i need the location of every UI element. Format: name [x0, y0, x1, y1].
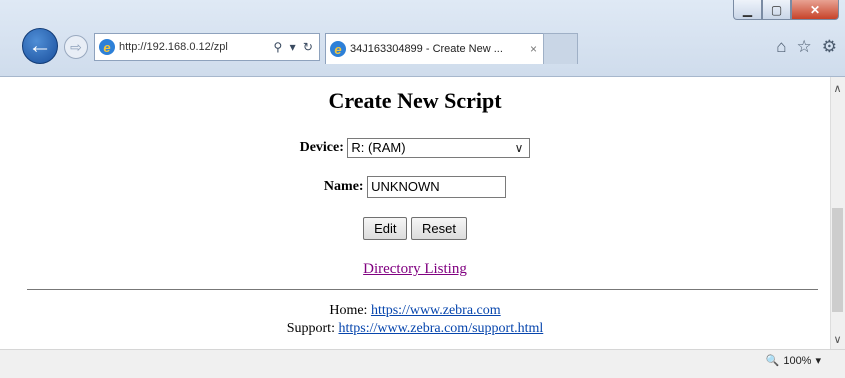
directory-row: Directory Listing	[0, 261, 830, 278]
new-tab-button[interactable]	[543, 33, 578, 64]
tab-title: 34J163304899 - Create New ...	[350, 43, 503, 55]
device-row: Device: R: (RAM) ∨	[0, 138, 830, 158]
tab-close-icon[interactable]: ×	[524, 42, 543, 56]
page-title: Create New Script	[328, 88, 502, 113]
tab-active[interactable]: e 34J163304899 - Create New ... ×	[325, 33, 544, 64]
back-button[interactable]: ←	[22, 28, 58, 64]
divider	[27, 289, 818, 290]
favorites-icon[interactable]: ☆	[797, 37, 812, 57]
device-label: Device:	[299, 140, 344, 156]
ie-icon: e	[99, 39, 115, 55]
home-link[interactable]: https://www.zebra.com	[371, 303, 501, 318]
directory-listing-link[interactable]: Directory Listing	[363, 261, 467, 277]
close-button[interactable]: ✕	[791, 0, 839, 20]
scroll-up-icon[interactable]: ∧	[830, 82, 845, 95]
address-bar[interactable]: e http://192.168.0.12/zpl ⚲ ▾ ↻	[94, 33, 320, 61]
ie-icon: e	[330, 41, 346, 57]
zoom-icon: 🔍	[765, 355, 780, 367]
zoom-control[interactable]: 🔍 100% ▾	[765, 354, 821, 368]
zoom-level: 100%	[783, 354, 812, 367]
chevron-down-icon: ▾	[815, 355, 821, 367]
status-bar	[0, 349, 845, 378]
home-icon[interactable]: ⌂	[776, 37, 786, 57]
scrollbar-thumb[interactable]	[832, 208, 843, 312]
browser-chrome: ▁ ▢ ✕ ← ⇨ e http://192.168.0.12/zpl ⚲ ▾ …	[0, 0, 845, 77]
edit-button[interactable]: Edit	[363, 217, 408, 240]
window-controls: ▁ ▢ ✕	[733, 0, 839, 20]
name-label: Name:	[323, 179, 364, 195]
support-link[interactable]: https://www.zebra.com/support.html	[338, 321, 543, 336]
footer-home: Home: https://www.zebra.com	[0, 303, 830, 319]
name-field[interactable]: UNKNOWN	[367, 176, 507, 198]
maximize-button[interactable]: ▢	[762, 0, 791, 20]
name-row: Name: UNKNOWN	[0, 176, 830, 198]
search-refresh-icons[interactable]: ⚲ ▾ ↻	[269, 40, 319, 54]
button-row: Edit Reset	[0, 217, 830, 240]
toolbar-right-icons: ⌂ ☆ ⚙	[776, 37, 837, 57]
gear-icon[interactable]: ⚙	[822, 37, 837, 57]
minimize-button[interactable]: ▁	[733, 0, 762, 20]
home-label: Home:	[329, 303, 368, 318]
reset-button[interactable]: Reset	[410, 217, 467, 240]
device-select[interactable]: R: (RAM) ∨	[347, 138, 531, 158]
footer-support: Support: https://www.zebra.com/support.h…	[0, 321, 830, 337]
device-select-value: R: (RAM)	[351, 140, 406, 155]
scroll-down-icon[interactable]: ∨	[830, 333, 845, 346]
address-text[interactable]: http://192.168.0.12/zpl	[119, 41, 269, 53]
chevron-down-icon: ∨	[514, 141, 524, 155]
support-label: Support:	[286, 321, 335, 336]
forward-button[interactable]: ⇨	[64, 35, 88, 59]
